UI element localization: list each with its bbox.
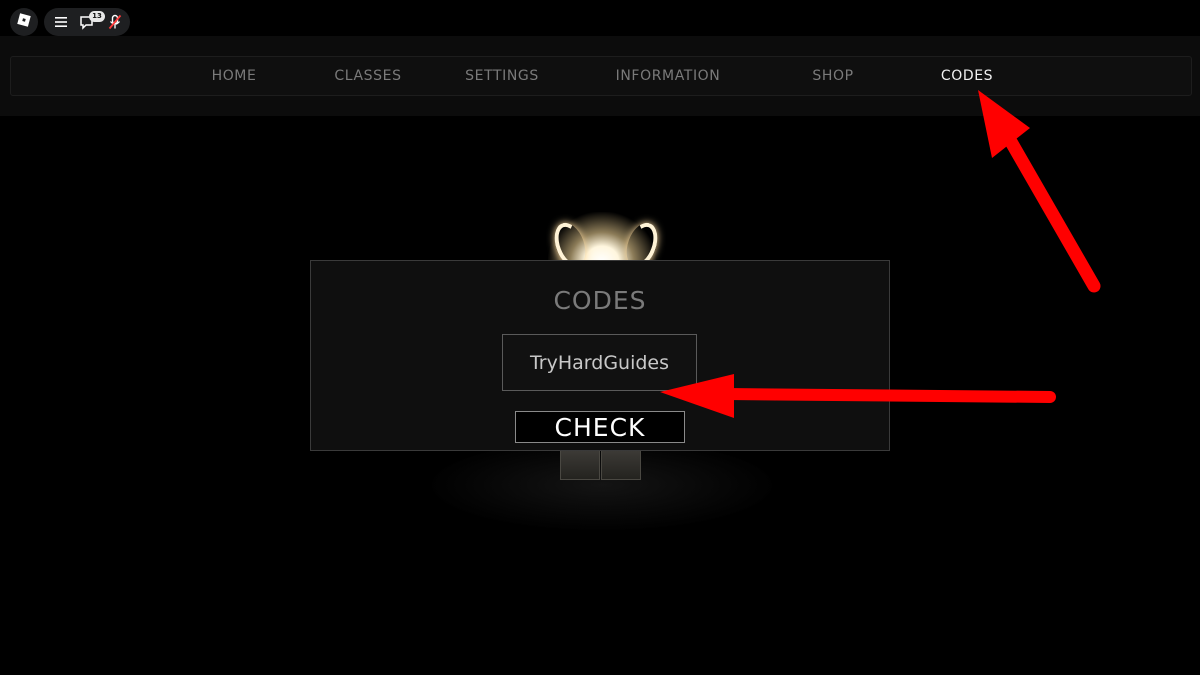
- red-arrow-icon: [660, 374, 1056, 418]
- annotation-arrows: [660, 90, 1101, 418]
- red-arrow-icon: [978, 90, 1101, 293]
